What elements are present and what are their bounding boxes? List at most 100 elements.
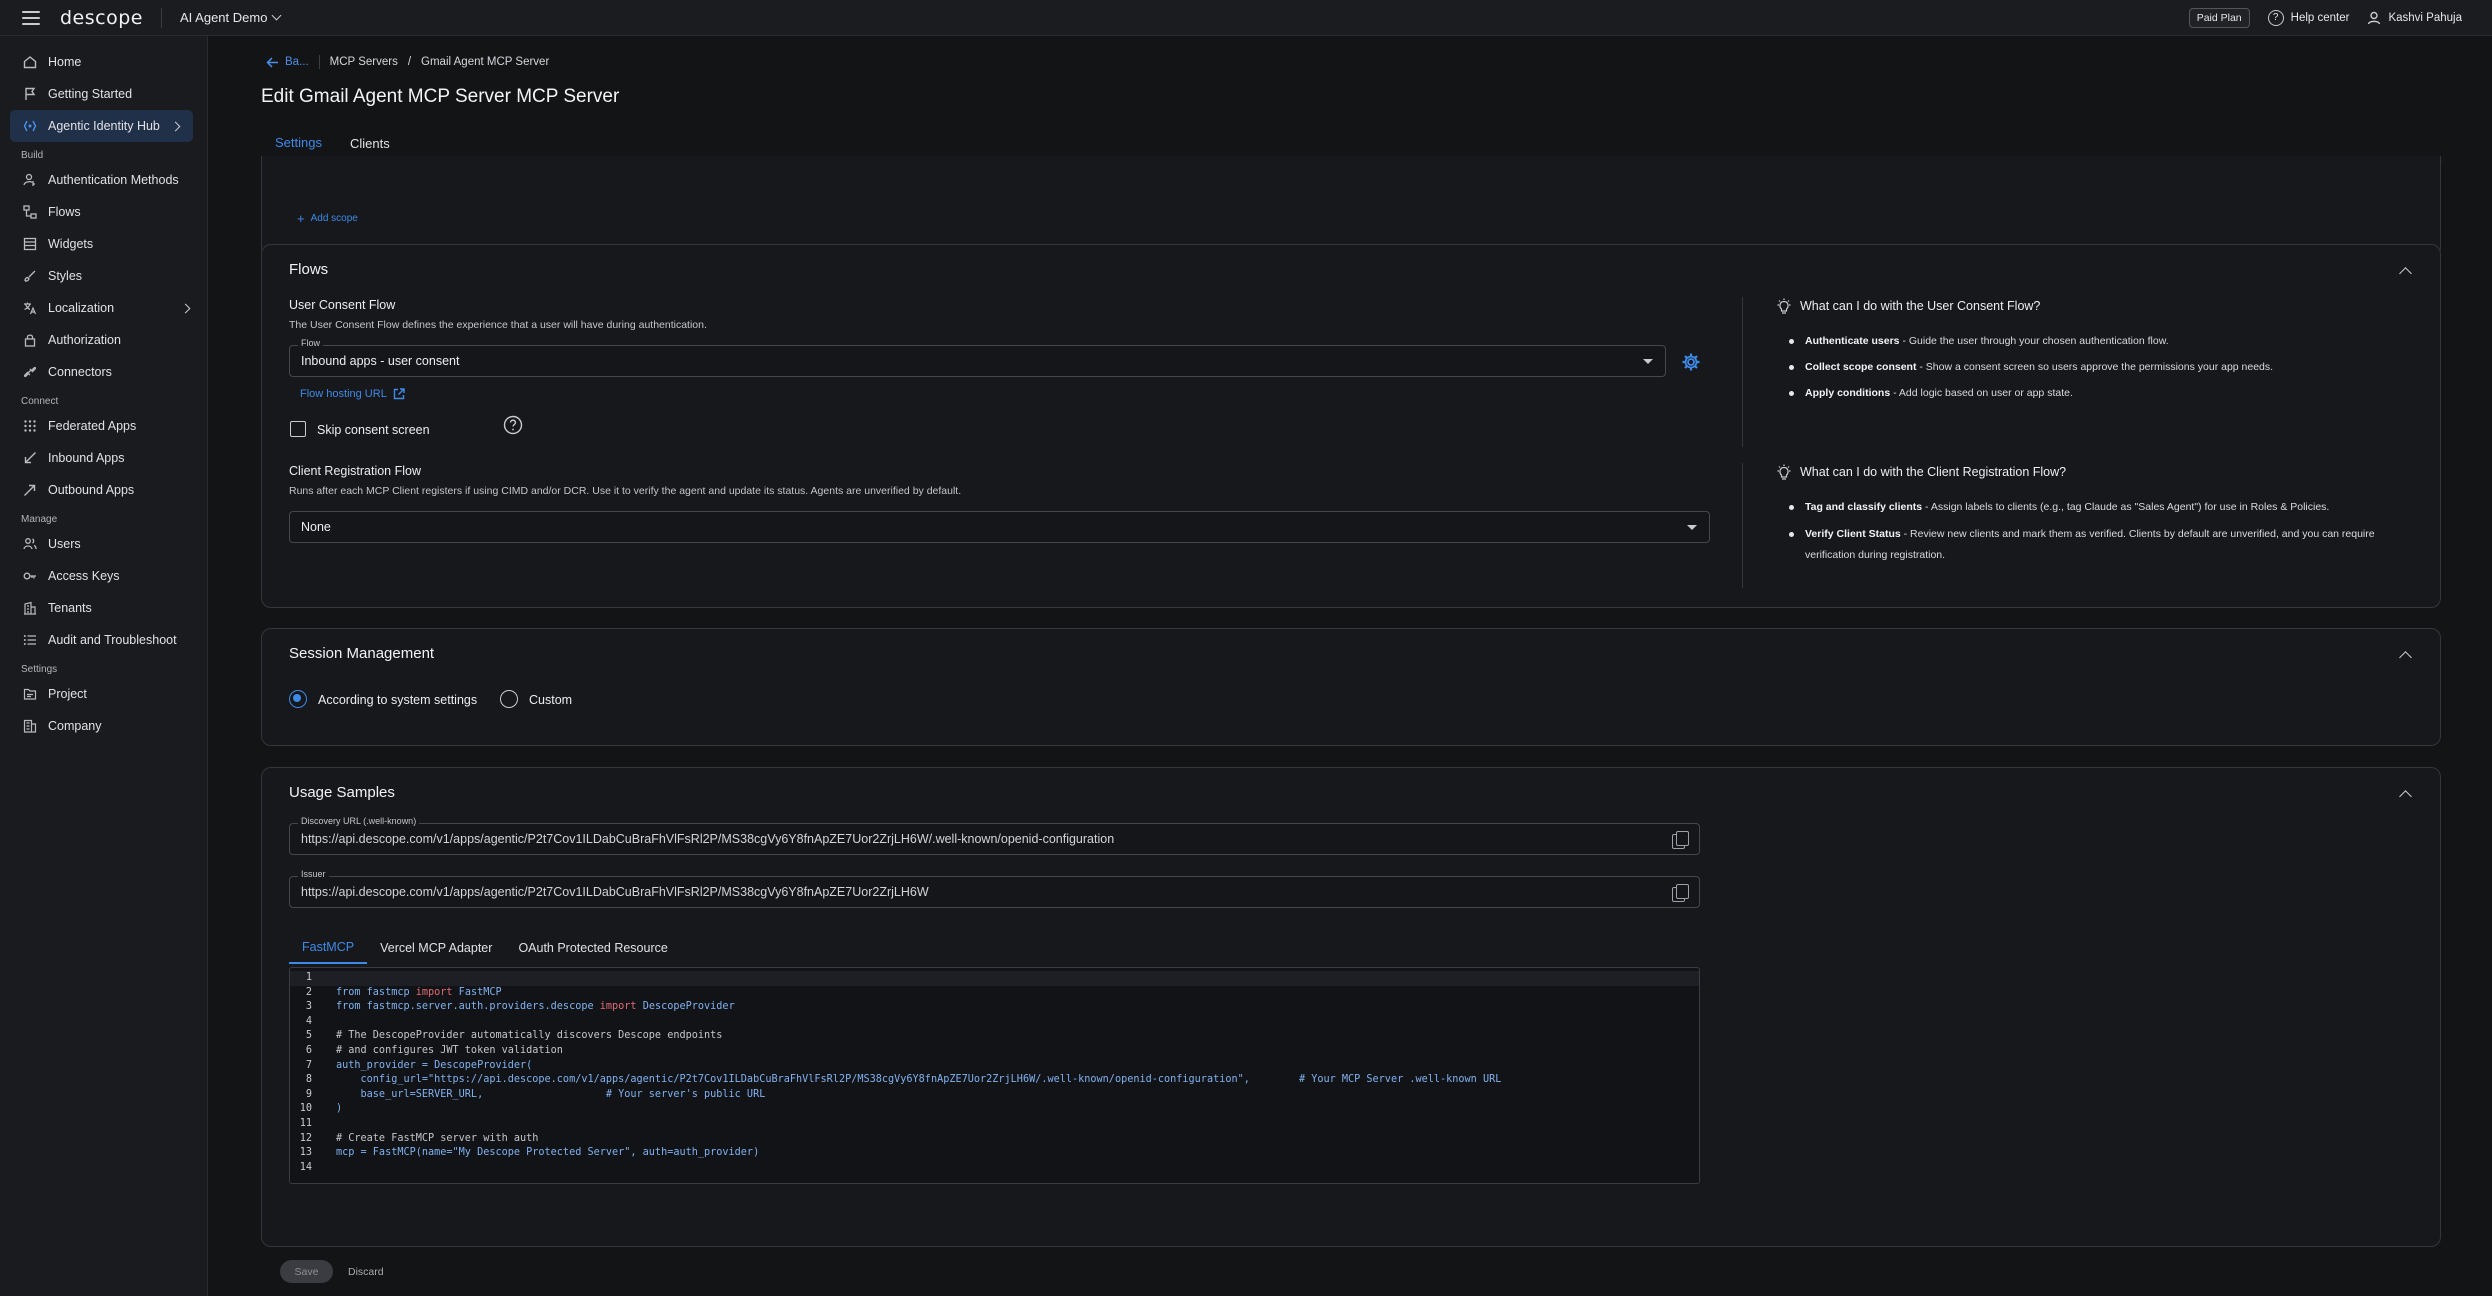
discard-button[interactable]: Discard [348,1260,384,1283]
user-icon [2368,11,2381,24]
sidebar-item-widgets[interactable]: Widgets [0,228,207,260]
sidebar-item-federated-apps[interactable]: Federated Apps [0,410,207,442]
divider [160,7,162,28]
line-number: 4 [305,1015,312,1027]
code-line: 10) [290,1102,1699,1117]
back-label: Ba... [285,56,309,68]
usage-samples-card: Usage Samples Discovery URL (.well-known… [261,767,2441,1247]
list-icon [22,633,37,648]
sidebar-item-tenants[interactable]: Tenants [0,592,207,624]
skip-consent-label: Skip consent screen [317,423,430,437]
code-editor[interactable]: 1 2 from fastmcp import FastMCP 3 from fas… [289,967,1700,1184]
copy-icon[interactable] [1672,884,1689,902]
line-number: 14 [299,1161,312,1173]
code-line: 12 # Create FastMCP server with auth [290,1132,1699,1147]
registration-flow-value: None [301,520,331,534]
line-number: 2 [305,986,312,998]
home-icon [22,55,37,70]
line-number: 13 [299,1147,312,1159]
session-system-radio[interactable] [289,690,307,708]
consent-info-item: Collect scope consent - Show a consent s… [1789,357,2273,378]
discovery-url-field[interactable]: Discovery URL (.well-known) https://api.… [289,816,1700,855]
sidebar-item-flows[interactable]: Flows [0,196,207,228]
session-custom-radio[interactable] [500,690,518,708]
code-comment: # and configures JWT token validation [336,1044,563,1056]
code-line: 6 # and configures JWT token validation [290,1044,1699,1059]
gear-icon[interactable] [1681,352,1701,372]
registration-flow-label: Client Registration Flow [289,464,421,478]
consent-flow-description: The User Consent Flow defines the experi… [289,319,707,331]
code-text: from fastmcp.server.auth.providers.desco… [312,1000,735,1015]
help-icon[interactable] [503,415,523,435]
plan-badge[interactable]: Paid Plan [2188,7,2250,28]
save-button[interactable]: Save [280,1260,333,1283]
sidebar-item-label: Authentication Methods [48,173,179,187]
bullet-text: - Assign labels to clients (e.g., tag Cl… [1922,501,2330,513]
sidebar-item-users[interactable]: Users [0,528,207,560]
consent-info-title: What can I do with the User Consent Flow… [1776,298,2040,314]
sidebar-item-label: Styles [48,269,83,283]
code-comment: # Create FastMCP server with auth [336,1132,539,1144]
keyword-token: import [415,986,453,998]
consent-flow-select[interactable]: Flow Inbound apps - user consent [289,338,1666,377]
sidebar-item-home[interactable]: Home [0,46,207,78]
keyword-token: import [599,1001,637,1013]
help-center-label: Help center [2290,11,2350,24]
sidebar-item-localization[interactable]: Localization [0,292,207,324]
breadcrumb-mcp-servers[interactable]: MCP Servers [330,56,398,68]
session-system-label: According to system settings [318,693,478,707]
bullet-bold: Collect scope consent [1805,361,1917,373]
flows-card: Flows User Consent Flow The User Consent… [261,244,2441,608]
skip-consent-checkbox[interactable] [290,421,306,437]
sidebar-item-authorization[interactable]: Authorization [0,324,207,356]
help-center-link[interactable]: ? Help center [2267,9,2350,26]
main-content: Ba... MCP Servers / Gmail Agent MCP Serv… [208,36,2492,1296]
issuer-label: Issuer [298,869,329,879]
bullet-bold: Apply conditions [1805,387,1891,399]
sidebar-item-label: Home [48,55,82,69]
sidebar-item-label: Users [48,537,81,551]
code-token: DescopeProvider [636,1001,735,1013]
tab-oauth-protected-resource[interactable]: OAuth Protected Resource [505,932,680,964]
lightbulb-icon [1777,298,1791,314]
user-menu[interactable]: Kashvi Pahuja [2367,11,2462,25]
code-text: mcp = FastMCP(name="My Descope Protected… [336,1147,760,1159]
grid-icon [22,419,37,434]
sidebar-item-project[interactable]: Project [0,678,207,710]
chevron-up-icon[interactable] [2399,790,2412,803]
menu-icon[interactable] [22,10,40,25]
sidebar-item-label: Audit and Troubleshoot [48,633,177,647]
line-number: 1 [305,972,312,983]
sidebar-item-access-keys[interactable]: Access Keys [0,560,207,592]
consent-flow-value: Inbound apps - user consent [301,354,460,368]
line-number: 8 [305,1074,312,1086]
tab-vercel-mcp-adapter[interactable]: Vercel MCP Adapter [367,932,505,964]
project-name: AI Agent Demo [179,10,268,25]
sidebar-item-inbound-apps[interactable]: Inbound Apps [0,442,207,474]
code-tab-bar: FastMCP Vercel MCP Adapter OAuth Protect… [289,932,681,964]
sidebar-item-agentic-identity-hub[interactable]: Agentic Identity Hub [10,110,193,142]
users-icon [22,537,37,552]
sidebar-item-styles[interactable]: Styles [0,260,207,292]
sidebar-item-company[interactable]: Company [0,710,207,742]
copy-icon[interactable] [1672,831,1689,849]
issuer-field[interactable]: Issuer https://api.descope.com/v1/apps/a… [289,869,1700,908]
brush-icon [22,269,37,284]
chevron-up-icon[interactable] [2399,267,2412,280]
back-link[interactable]: Ba... [266,56,309,68]
tab-fastmcp[interactable]: FastMCP [289,932,368,964]
add-scope-button[interactable]: + Add scope [297,211,358,226]
sidebar-item-getting-started[interactable]: Getting Started [0,78,207,110]
nav-section-settings: Settings [21,664,58,675]
flow-hosting-url-link[interactable]: Flow hosting URL [300,388,405,400]
project-selector[interactable]: AI Agent Demo [179,10,282,25]
consent-flow-label: User Consent Flow [289,298,396,312]
chevron-up-icon[interactable] [2399,651,2412,664]
sidebar-item-audit-and-troubleshoot[interactable]: Audit and Troubleshoot [0,624,207,656]
sidebar-item-connectors[interactable]: Connectors [0,356,207,388]
sidebar-item-authentication-methods[interactable]: Authentication Methods [0,164,207,196]
registration-flow-select[interactable]: None [289,511,1710,543]
sidebar-item-outbound-apps[interactable]: Outbound Apps [0,474,207,506]
connector-icon [22,365,37,380]
sidebar-item-label: Tenants [48,601,92,615]
